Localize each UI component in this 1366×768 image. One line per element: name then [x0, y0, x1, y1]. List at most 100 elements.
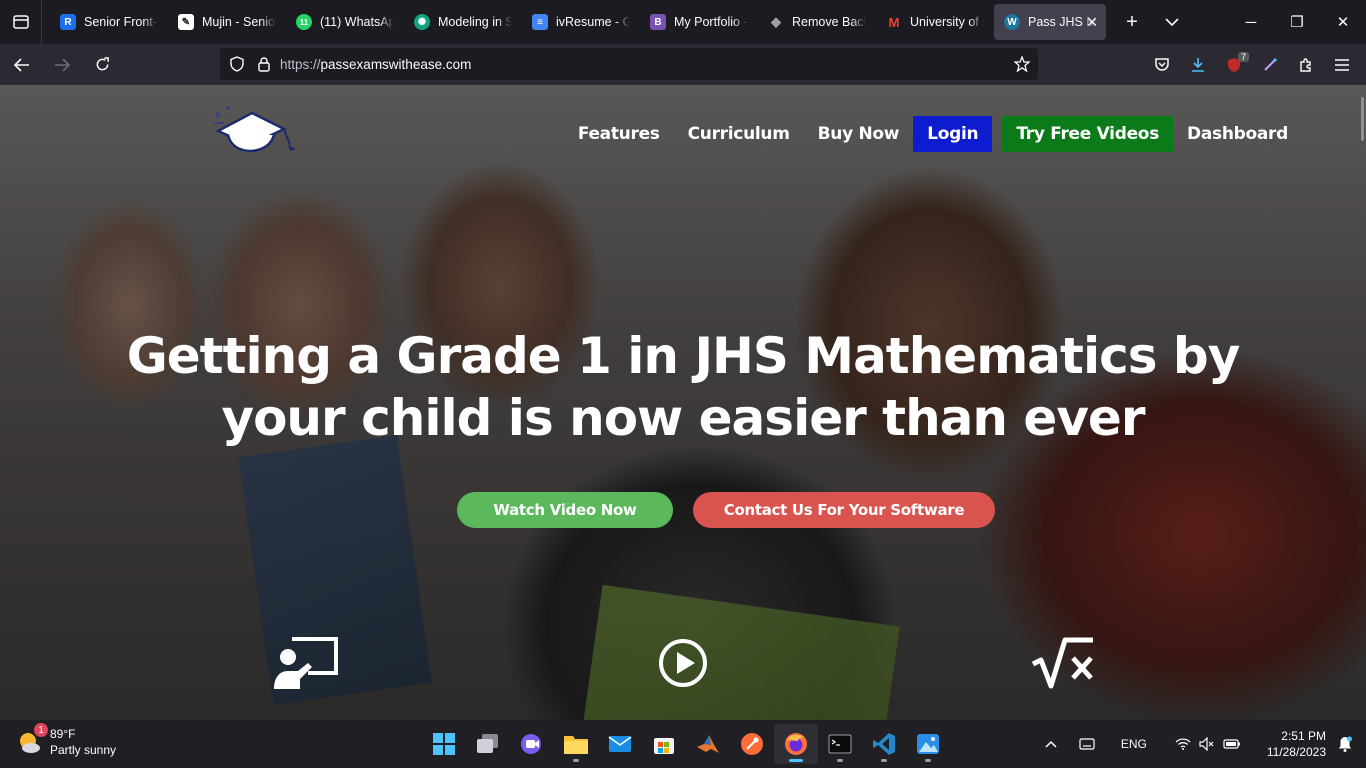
running-indicator	[925, 759, 931, 762]
nav-features-link[interactable]: Features	[564, 116, 674, 152]
bookmark-star-icon[interactable]	[1014, 56, 1030, 72]
reload-button[interactable]	[84, 49, 120, 81]
nav-curriculum-link[interactable]: Curriculum	[674, 116, 804, 152]
terminal-icon	[828, 734, 852, 754]
navigation-toolbar: https://passexamswithease.com 7	[0, 44, 1366, 85]
pen-icon: ✎	[178, 14, 194, 30]
volume-muted-icon[interactable]	[1199, 737, 1215, 751]
active-indicator	[789, 759, 803, 762]
close-tab-icon[interactable]: ✕	[1086, 14, 1098, 31]
minimize-button[interactable]: ─	[1228, 0, 1274, 44]
nav-dashboard-link[interactable]: Dashboard	[1173, 116, 1302, 152]
page-scrollbar[interactable]	[1361, 97, 1364, 141]
graduation-cap-icon	[214, 106, 296, 153]
google-docs-icon: ≡	[532, 14, 548, 30]
vscode-icon	[873, 733, 895, 755]
back-button[interactable]	[4, 49, 40, 81]
wifi-icon[interactable]	[1175, 738, 1191, 750]
url-host: passexamswithease.com	[320, 56, 472, 72]
vscode-button[interactable]	[862, 724, 906, 764]
new-tab-button[interactable]: +	[1112, 4, 1152, 40]
forward-button[interactable]	[44, 49, 80, 81]
restore-button[interactable]: ❐	[1274, 0, 1320, 44]
show-hidden-icons-chevron-up-icon[interactable]	[1045, 740, 1057, 748]
tab-title: Senior Front-E	[84, 15, 158, 29]
keyboard-layout-icon[interactable]	[1079, 738, 1095, 750]
tab-university[interactable]: M University of C	[876, 4, 994, 40]
downloads-button[interactable]	[1180, 49, 1216, 81]
lock-icon[interactable]	[258, 56, 270, 72]
file-explorer-button[interactable]	[554, 724, 598, 764]
mail-button[interactable]	[598, 724, 642, 764]
weather-badge: 1	[34, 723, 48, 737]
tab-title: My Portfolio -	[674, 15, 748, 29]
notification-bell-icon[interactable]	[1338, 736, 1352, 752]
openai-icon: ✺	[414, 14, 430, 30]
postman-button[interactable]	[730, 724, 774, 764]
weather-condition: Partly sunny	[50, 743, 117, 757]
tab-title: University of C	[910, 15, 984, 29]
weather-widget[interactable]: 1 89°F Partly sunny	[16, 723, 117, 758]
nav-try-free-videos-button[interactable]: Try Free Videos	[1002, 116, 1174, 152]
square-root-icon	[1028, 633, 1098, 693]
task-view-button[interactable]	[466, 724, 510, 764]
site-logo[interactable]	[212, 105, 298, 161]
extension-badge: 7	[1237, 51, 1249, 62]
pocket-button[interactable]	[1144, 49, 1180, 81]
clock[interactable]: 2:51 PM 11/28/2023	[1267, 728, 1326, 760]
chat-camera-icon	[521, 734, 541, 754]
close-window-button[interactable]: ✕	[1320, 0, 1366, 44]
web-page: Features Curriculum Buy Now Login Try Fr…	[0, 85, 1366, 721]
address-bar[interactable]: https://passexamswithease.com	[220, 48, 1038, 80]
ublock-extension-button[interactable]: 7	[1216, 49, 1252, 81]
terminal-button[interactable]	[818, 724, 862, 764]
nav-buy-now-link[interactable]: Buy Now	[804, 116, 914, 152]
hero-headline-line-2: your child is now easier than ever	[221, 389, 1145, 447]
firefox-button[interactable]	[774, 724, 818, 764]
matlab-button[interactable]	[686, 724, 730, 764]
nav-login-button[interactable]: Login	[913, 116, 993, 152]
url-text: https://passexamswithease.com	[280, 57, 471, 72]
tab-remove-background[interactable]: ◆ Remove Backg	[758, 4, 876, 40]
battery-icon[interactable]	[1223, 739, 1241, 749]
postman-icon	[741, 733, 763, 755]
watch-video-button[interactable]: Watch Video Now	[457, 492, 673, 528]
photos-button[interactable]	[906, 724, 950, 764]
teams-chat-button[interactable]	[510, 724, 554, 764]
play-circle-icon	[648, 633, 718, 693]
shield-icon[interactable]	[230, 56, 244, 72]
tab-list-button[interactable]	[0, 0, 42, 44]
tab-title: Remove Backg	[792, 15, 866, 29]
tab-whatsapp[interactable]: 11 (11) WhatsApp	[286, 4, 404, 40]
pocket-icon	[1155, 58, 1169, 71]
tab-title: Mujin - Senior	[202, 15, 276, 29]
matlab-icon	[697, 735, 719, 753]
gmail-icon: M	[888, 14, 900, 30]
tab-bar: R Senior Front-E ✎ Mujin - Senior 11 (11…	[0, 0, 1366, 44]
weather-temperature: 89°F	[50, 727, 76, 741]
microsoft-store-button[interactable]	[642, 724, 686, 764]
back-arrow-icon	[14, 57, 29, 72]
tab-mujin[interactable]: ✎ Mujin - Senior	[168, 4, 286, 40]
tab-ivresume[interactable]: ≡ ivResume - Go	[522, 4, 640, 40]
language-indicator[interactable]: ENG	[1121, 737, 1147, 751]
tab-title: (11) WhatsApp	[320, 15, 394, 29]
r-logo-icon: R	[60, 14, 76, 30]
clock-date: 11/28/2023	[1266, 745, 1326, 759]
tab-modeling[interactable]: ✺ Modeling in S	[404, 4, 522, 40]
windows-taskbar: 1 89°F Partly sunny ENG 2:51 PM 11/28/20…	[0, 720, 1366, 768]
tab-portfolio[interactable]: B My Portfolio -	[640, 4, 758, 40]
contact-software-button[interactable]: Contact Us For Your Software	[693, 492, 995, 528]
whatsapp-icon: 11	[296, 14, 312, 30]
firefox-icon	[785, 733, 807, 755]
menu-button[interactable]	[1324, 49, 1360, 81]
hero-headline: Getting a Grade 1 in JHS Mathematics by …	[0, 325, 1366, 449]
start-button[interactable]	[422, 724, 466, 764]
chevron-down-icon[interactable]	[1152, 4, 1192, 40]
download-icon	[1192, 57, 1204, 72]
eyedropper-button[interactable]	[1252, 49, 1288, 81]
tab-senior-frontend[interactable]: R Senior Front-E	[50, 4, 168, 40]
extensions-button[interactable]	[1288, 49, 1324, 81]
tab-pass-jhs[interactable]: W Pass JHS M ✕	[994, 4, 1106, 40]
running-indicator	[837, 759, 843, 762]
